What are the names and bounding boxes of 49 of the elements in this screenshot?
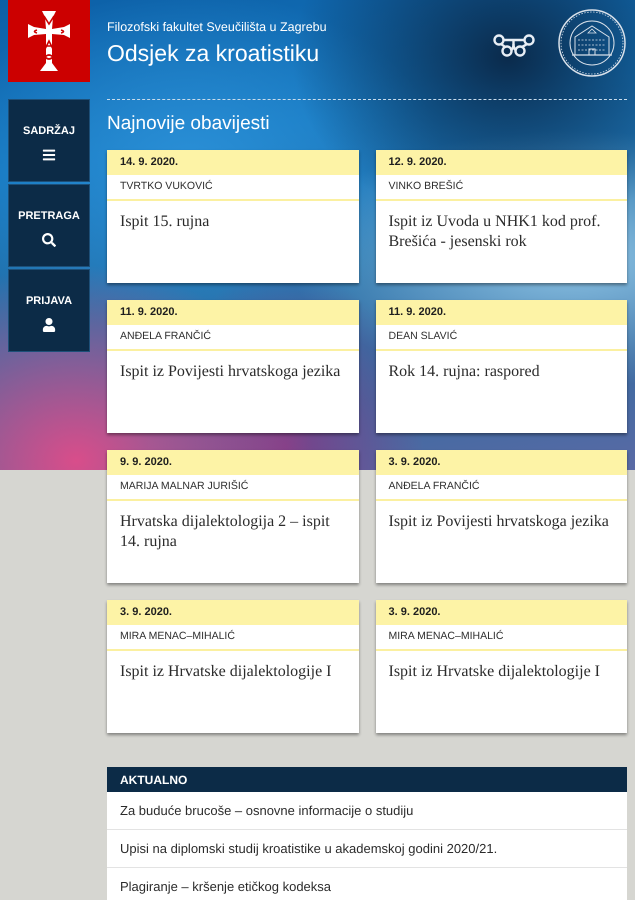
news-link[interactable]: Za buduće brucoše – osnovne informacije o studiju [107,792,627,830]
card-date: 12. 9. 2020. [376,150,627,175]
card-author: MIRA MENAC–MIHALIĆ [107,625,358,651]
news-card[interactable]: 3. 9. 2020. MIRA MENAC–MIHALIĆ Ispit iz Hrvatske dijalektologije I [376,600,627,733]
news-link[interactable]: Plagiranje – kršenje etičkog kodeksa [107,868,627,900]
sidebar-nav-button[interactable]: PRIJAVA [8,269,90,352]
card-date: 3. 9. 2020. [107,600,358,625]
panel-header: AKTUALNO [107,767,627,792]
card-date: 3. 9. 2020. [376,450,627,475]
news-card[interactable]: 3. 9. 2020. MIRA MENAC–MIHALIĆ Ispit iz Hrvatske dijalektologije I [107,600,358,733]
card-title[interactable]: Hrvatska dijalektologija 2 – ispit 14. rujna [107,501,358,552]
card-author: ANĐELA FRANČIĆ [376,475,627,501]
card-author: TVRTKO VUKOVIĆ [107,175,358,201]
menu-icon [42,148,56,162]
sidebar-nav-button[interactable]: PRETRAGA [8,184,90,267]
news-card[interactable]: 11. 9. 2020. DEAN SLAVIĆ Rok 14. rujna: raspored [376,300,627,433]
card-title[interactable]: Ispit iz Povijesti hrvatskoga jezika [107,351,358,382]
section-heading: Najnovije obavijesti [107,112,270,136]
card-date: 11. 9. 2020. [107,300,358,325]
news-link[interactable]: Upisi na diplomski studij kroatistike u akademskoj godini 2020/21. [107,830,627,868]
faculty-name: Filozofski fakultet Sveučilišta u Zagrebu [107,19,327,35]
card-title[interactable]: Ispit iz Uvoda u NHK1 kod prof. Brešića - jesenski rok [376,201,627,252]
news-card[interactable]: 11. 9. 2020. ANĐELA FRANČIĆ Ispit iz Povijesti hrvatskoga jezika [107,300,358,433]
faculty-logo[interactable] [8,0,90,82]
card-author: MARIJA MALNAR JURIŠIĆ [107,475,358,501]
department-title[interactable]: Odsjek za kroatistiku [107,39,320,67]
card-date: 14. 9. 2020. [107,150,358,175]
card-author: VINKO BREŠIĆ [376,175,627,201]
card-date: 9. 9. 2020. [107,450,358,475]
card-title[interactable]: Rok 14. rujna: raspored [376,351,627,382]
card-title[interactable]: Ispit iz Hrvatske dijalektologije I [107,651,358,682]
card-author: MIRA MENAC–MIHALIĆ [376,625,627,651]
card-title[interactable]: Ispit 15. rujna [107,201,358,232]
card-author: DEAN SLAVIĆ [376,325,627,351]
news-card[interactable]: 12. 9. 2020. VINKO BREŠIĆ Ispit iz Uvoda u NHK1 kod prof. Brešića - jesenski rok [376,150,627,283]
user-icon [42,318,56,332]
news-card[interactable]: 14. 9. 2020. TVRTKO VUKOVIĆ Ispit 15. rujna [107,150,358,283]
card-title[interactable]: Ispit iz Hrvatske dijalektologije I [376,651,627,682]
sidebar-nav-button[interactable]: SADRŽAJ [8,99,90,182]
card-date: 11. 9. 2020. [376,300,627,325]
university-seal-icon [558,9,626,77]
cross-logo-icon [28,11,70,71]
search-icon [42,233,56,247]
card-author: ANĐELA FRANČIĆ [107,325,358,351]
news-card[interactable]: 9. 9. 2020. MARIJA MALNAR JURIŠIĆ Hrvatska dijalektologija 2 – ispit 14. rujna [107,450,358,583]
card-title[interactable]: Ispit iz Povijesti hrvatskoga jezika [376,501,627,532]
card-date: 3. 9. 2020. [376,600,627,625]
news-card[interactable]: 3. 9. 2020. ANĐELA FRANČIĆ Ispit iz Povijesti hrvatskoga jezika [376,450,627,583]
linked-rings-icon [493,34,535,57]
